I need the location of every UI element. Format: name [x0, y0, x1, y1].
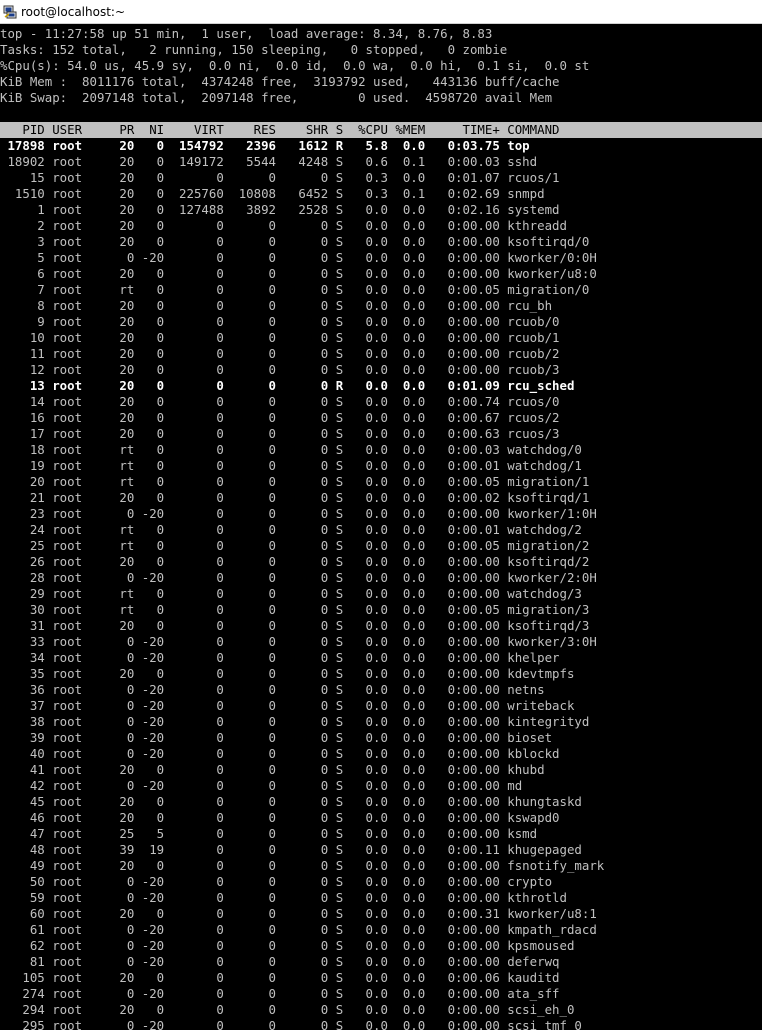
process-row: 35 root 20 0 0 0 0 S 0.0 0.0 0:00.00 kde… [0, 666, 575, 681]
process-row: 274 root 0 -20 0 0 0 S 0.0 0.0 0:00.00 a… [0, 986, 560, 1001]
process-row: 20 root rt 0 0 0 0 S 0.0 0.0 0:00.05 mig… [0, 474, 590, 489]
process-row: 49 root 20 0 0 0 0 S 0.0 0.0 0:00.00 fsn… [0, 858, 605, 873]
terminal-screen[interactable]: top - 11:27:58 up 51 min, 1 user, load a… [0, 26, 762, 1030]
process-row: 2 root 20 0 0 0 0 S 0.0 0.0 0:00.00 kthr… [0, 218, 567, 233]
window-title: root@localhost:~ [21, 4, 126, 19]
process-row: 7 root rt 0 0 0 0 S 0.0 0.0 0:00.05 migr… [0, 282, 590, 297]
process-row: 17 root 20 0 0 0 0 S 0.0 0.0 0:00.63 rcu… [0, 426, 560, 441]
process-row: 295 root 0 -20 0 0 0 S 0.0 0.0 0:00.00 s… [0, 1018, 582, 1030]
process-row: 26 root 20 0 0 0 0 S 0.0 0.0 0:00.00 kso… [0, 554, 590, 569]
process-row: 36 root 0 -20 0 0 0 S 0.0 0.0 0:00.00 ne… [0, 682, 545, 697]
process-row: 17898 root 20 0 154792 2396 1612 R 5.8 0… [0, 138, 530, 153]
process-row: 14 root 20 0 0 0 0 S 0.0 0.0 0:00.74 rcu… [0, 394, 560, 409]
summary-line: Tasks: 152 total, 2 running, 150 sleepin… [0, 42, 508, 57]
process-row: 105 root 20 0 0 0 0 S 0.0 0.0 0:00.06 ka… [0, 970, 560, 985]
process-row: 61 root 0 -20 0 0 0 S 0.0 0.0 0:00.00 km… [0, 922, 597, 937]
process-row: 45 root 20 0 0 0 0 S 0.0 0.0 0:00.00 khu… [0, 794, 582, 809]
summary-line: top - 11:27:58 up 51 min, 1 user, load a… [0, 26, 493, 41]
process-row: 38 root 0 -20 0 0 0 S 0.0 0.0 0:00.00 ki… [0, 714, 590, 729]
process-row: 40 root 0 -20 0 0 0 S 0.0 0.0 0:00.00 kb… [0, 746, 560, 761]
process-row: 1 root 20 0 127488 3892 2528 S 0.0 0.0 0… [0, 202, 560, 217]
process-row: 18 root rt 0 0 0 0 S 0.0 0.0 0:00.03 wat… [0, 442, 582, 457]
process-row: 31 root 20 0 0 0 0 S 0.0 0.0 0:00.00 kso… [0, 618, 590, 633]
process-row: 18902 root 20 0 149172 5544 4248 S 0.6 0… [0, 154, 538, 169]
process-row: 25 root rt 0 0 0 0 S 0.0 0.0 0:00.05 mig… [0, 538, 590, 553]
process-row: 29 root rt 0 0 0 0 S 0.0 0.0 0:00.00 wat… [0, 586, 582, 601]
process-row: 12 root 20 0 0 0 0 S 0.0 0.0 0:00.00 rcu… [0, 362, 560, 377]
process-row: 6 root 20 0 0 0 0 S 0.0 0.0 0:00.00 kwor… [0, 266, 597, 281]
process-row: 23 root 0 -20 0 0 0 S 0.0 0.0 0:00.00 kw… [0, 506, 597, 521]
process-row: 3 root 20 0 0 0 0 S 0.0 0.0 0:00.00 ksof… [0, 234, 590, 249]
process-row: 37 root 0 -20 0 0 0 S 0.0 0.0 0:00.00 wr… [0, 698, 575, 713]
process-row: 50 root 0 -20 0 0 0 S 0.0 0.0 0:00.00 cr… [0, 874, 553, 889]
process-row: 39 root 0 -20 0 0 0 S 0.0 0.0 0:00.00 bi… [0, 730, 553, 745]
process-row: 15 root 20 0 0 0 0 S 0.3 0.0 0:01.07 rcu… [0, 170, 560, 185]
process-row: 21 root 20 0 0 0 0 S 0.0 0.0 0:00.02 kso… [0, 490, 590, 505]
process-row: 8 root 20 0 0 0 0 S 0.0 0.0 0:00.00 rcu_… [0, 298, 553, 313]
summary-line: %Cpu(s): 54.0 us, 45.9 sy, 0.0 ni, 0.0 i… [0, 58, 590, 73]
process-row: 47 root 25 5 0 0 0 S 0.0 0.0 0:00.00 ksm… [0, 826, 538, 841]
process-table-header: PID USER PR NI VIRT RES SHR S %CPU %MEM … [0, 122, 762, 138]
process-row: 33 root 0 -20 0 0 0 S 0.0 0.0 0:00.00 kw… [0, 634, 597, 649]
summary-line: KiB Swap: 2097148 total, 2097148 free, 0… [0, 90, 553, 105]
process-row: 59 root 0 -20 0 0 0 S 0.0 0.0 0:00.00 kt… [0, 890, 567, 905]
process-row: 48 root 39 19 0 0 0 S 0.0 0.0 0:00.11 kh… [0, 842, 582, 857]
process-row: 9 root 20 0 0 0 0 S 0.0 0.0 0:00.00 rcuo… [0, 314, 560, 329]
process-row: 5 root 0 -20 0 0 0 S 0.0 0.0 0:00.00 kwo… [0, 250, 597, 265]
process-row: 30 root rt 0 0 0 0 S 0.0 0.0 0:00.05 mig… [0, 602, 590, 617]
process-row: 24 root rt 0 0 0 0 S 0.0 0.0 0:00.01 wat… [0, 522, 582, 537]
process-row: 42 root 0 -20 0 0 0 S 0.0 0.0 0:00.00 md [0, 778, 523, 793]
process-row: 19 root rt 0 0 0 0 S 0.0 0.0 0:00.01 wat… [0, 458, 582, 473]
process-row: 1510 root 20 0 225760 10808 6452 S 0.3 0… [0, 186, 545, 201]
process-row: 62 root 0 -20 0 0 0 S 0.0 0.0 0:00.00 kp… [0, 938, 575, 953]
process-row: 11 root 20 0 0 0 0 S 0.0 0.0 0:00.00 rcu… [0, 346, 560, 361]
process-row: 13 root 20 0 0 0 0 R 0.0 0.0 0:01.09 rcu… [0, 378, 575, 393]
process-row: 34 root 0 -20 0 0 0 S 0.0 0.0 0:00.00 kh… [0, 650, 560, 665]
process-row: 16 root 20 0 0 0 0 S 0.0 0.0 0:00.67 rcu… [0, 410, 560, 425]
window-titlebar[interactable]: root@localhost:~ [0, 0, 762, 24]
process-row: 81 root 0 -20 0 0 0 S 0.0 0.0 0:00.00 de… [0, 954, 560, 969]
process-row: 46 root 20 0 0 0 0 S 0.0 0.0 0:00.00 ksw… [0, 810, 560, 825]
process-row: 60 root 20 0 0 0 0 S 0.0 0.0 0:00.31 kwo… [0, 906, 597, 921]
process-table: 17898 root 20 0 154792 2396 1612 R 5.8 0… [0, 138, 762, 1030]
summary-line: KiB Mem : 8011176 total, 4374248 free, 3… [0, 74, 560, 89]
process-row: 28 root 0 -20 0 0 0 S 0.0 0.0 0:00.00 kw… [0, 570, 597, 585]
process-row: 294 root 20 0 0 0 0 S 0.0 0.0 0:00.00 sc… [0, 1002, 575, 1017]
top-summary: top - 11:27:58 up 51 min, 1 user, load a… [0, 26, 762, 106]
process-row: 10 root 20 0 0 0 0 S 0.0 0.0 0:00.00 rcu… [0, 330, 560, 345]
process-row: 41 root 20 0 0 0 0 S 0.0 0.0 0:00.00 khu… [0, 762, 545, 777]
putty-icon [3, 5, 17, 18]
